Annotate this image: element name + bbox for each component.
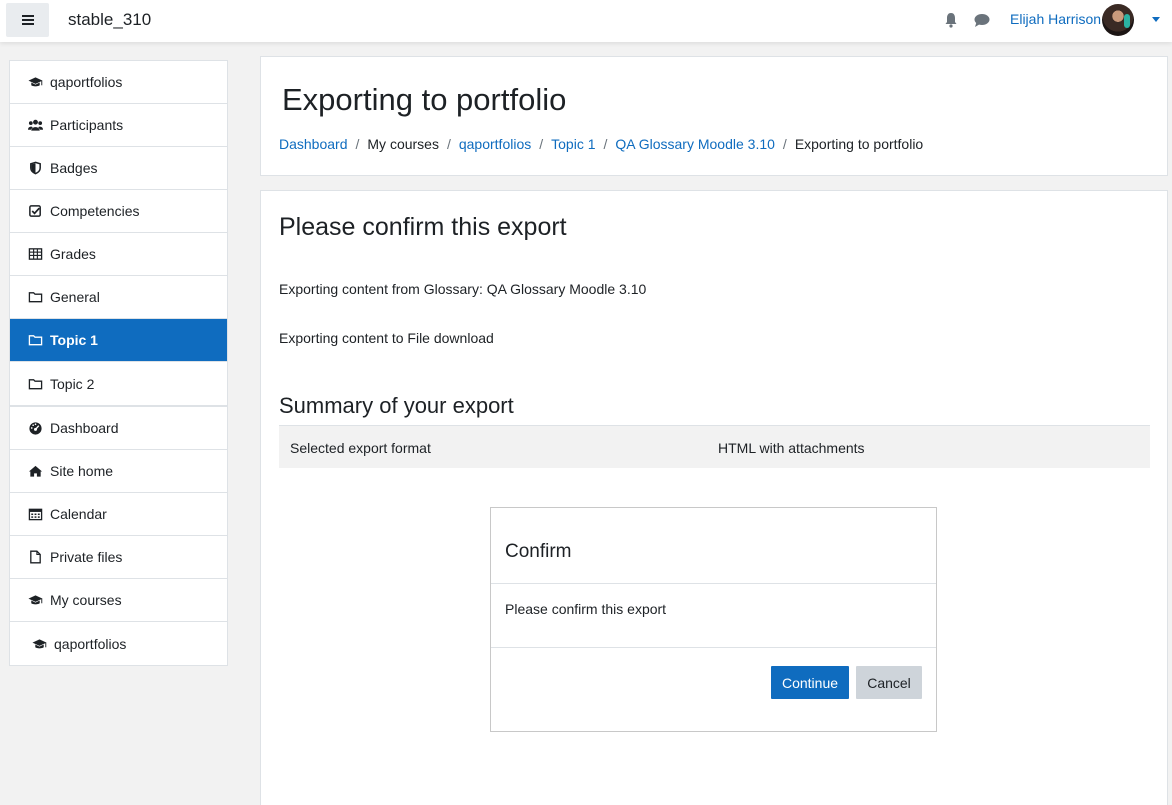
sidebar-item-label: Grades <box>50 246 96 262</box>
sidebar-item-my-courses[interactable]: My courses <box>10 579 227 622</box>
home-icon <box>28 465 43 477</box>
breadcrumb-separator: / <box>446 136 451 152</box>
graduation-cap-icon <box>28 77 43 87</box>
nav-drawer: qaportfolios Participants Badges Compete… <box>0 42 246 805</box>
breadcrumb-current: Exporting to portfolio <box>794 136 924 152</box>
site-nav: Dashboard Site home Calendar Private fil… <box>9 406 228 666</box>
calendar-icon <box>28 508 43 521</box>
continue-button[interactable]: Continue <box>771 666 849 699</box>
sidebar-item-label: General <box>50 289 100 305</box>
sidebar-item-dashboard[interactable]: Dashboard <box>10 407 227 450</box>
graduation-cap-icon <box>28 595 43 605</box>
sidebar-item-calendar[interactable]: Calendar <box>10 493 227 536</box>
avatar[interactable] <box>1102 4 1134 36</box>
top-navbar: stable_310 Elijah Harrison <box>0 0 1172 42</box>
caret-down-icon[interactable] <box>1152 17 1160 22</box>
sidebar-item-label: Competencies <box>50 203 140 219</box>
breadcrumb-my-courses: My courses <box>367 136 439 152</box>
export-from-text: Exporting content from Glossary: QA Glos… <box>279 281 647 297</box>
hamburger-icon <box>21 15 34 25</box>
sidebar-item-label: Site home <box>50 463 114 479</box>
sidebar-item-general[interactable]: General <box>10 276 227 319</box>
course-nav: qaportfolios Participants Badges Compete… <box>9 60 228 406</box>
sidebar-item-private-files[interactable]: Private files <box>10 536 227 579</box>
sidebar-item-topic-2[interactable]: Topic 2 <box>10 362 227 405</box>
sidebar-item-participants[interactable]: Participants <box>10 104 227 147</box>
folder-icon <box>28 378 43 389</box>
main-content: Please confirm this export Exporting con… <box>260 190 1168 805</box>
sidebar-item-qaportfolios[interactable]: qaportfolios <box>10 61 227 104</box>
confirm-dialog: Confirm Please confirm this export Conti… <box>490 507 937 732</box>
summary-label: Selected export format <box>290 440 431 456</box>
bell-icon[interactable] <box>944 12 958 28</box>
page-header: Exporting to portfolio Dashboard / My co… <box>260 56 1168 176</box>
sidebar-item-label: My courses <box>50 592 122 608</box>
sidebar-item-label: Dashboard <box>50 420 119 436</box>
breadcrumb-topic-1[interactable]: Topic 1 <box>551 136 595 152</box>
check-square-icon <box>29 205 41 217</box>
dashboard-icon <box>29 422 42 435</box>
sidebar-item-qaportfolios-course[interactable]: qaportfolios <box>10 622 227 665</box>
sidebar-item-badges[interactable]: Badges <box>10 147 227 190</box>
sidebar-item-label: Topic 1 <box>50 332 98 348</box>
sidebar-item-competencies[interactable]: Competencies <box>10 190 227 233</box>
drawer-toggle-button[interactable] <box>6 3 49 37</box>
cancel-button[interactable]: Cancel <box>856 666 922 699</box>
breadcrumb-glossary[interactable]: QA Glossary Moodle 3.10 <box>615 136 775 152</box>
sidebar-item-label: qaportfolios <box>50 74 123 90</box>
file-icon <box>30 550 41 564</box>
sidebar-item-label: qaportfolios <box>54 635 127 652</box>
summary-heading: Summary of your export <box>279 393 514 418</box>
breadcrumb-separator: / <box>603 136 608 152</box>
sidebar-item-label: Private files <box>50 549 123 565</box>
users-icon <box>28 119 43 131</box>
summary-value: HTML with attachments <box>718 440 865 456</box>
page-title: Exporting to portfolio <box>282 82 567 117</box>
sidebar-item-grades[interactable]: Grades <box>10 233 227 276</box>
sidebar-item-label: Topic 2 <box>50 375 95 392</box>
sidebar-item-label: Participants <box>50 117 124 133</box>
folder-icon <box>28 335 43 346</box>
confirm-dialog-body: Please confirm this export <box>491 584 936 648</box>
chat-icon[interactable] <box>974 13 990 28</box>
breadcrumb: Dashboard / My courses / qaportfolios / … <box>279 136 923 152</box>
confirm-heading: Please confirm this export <box>279 213 567 241</box>
confirm-dialog-header: Confirm <box>491 508 936 584</box>
summary-table-row: Selected export format HTML with attachm… <box>279 425 1150 468</box>
table-icon <box>28 248 43 260</box>
sidebar-item-label: Calendar <box>50 506 107 522</box>
breadcrumb-separator: / <box>782 136 787 152</box>
confirm-dialog-title: Confirm <box>505 541 572 562</box>
breadcrumb-separator: / <box>539 136 544 152</box>
user-name-link[interactable]: Elijah Harrison <box>1010 11 1101 27</box>
confirm-dialog-message: Please confirm this export <box>505 601 667 617</box>
sidebar-item-site-home[interactable]: Site home <box>10 450 227 493</box>
breadcrumb-dashboard[interactable]: Dashboard <box>279 136 348 152</box>
folder-icon <box>28 292 43 303</box>
export-to-text: Exporting content to File download <box>279 330 494 346</box>
breadcrumb-qaportfolios[interactable]: qaportfolios <box>459 136 531 152</box>
graduation-cap-icon <box>32 638 47 648</box>
shield-icon <box>30 161 41 175</box>
breadcrumb-separator: / <box>355 136 360 152</box>
site-name[interactable]: stable_310 <box>68 10 151 30</box>
sidebar-item-topic-1[interactable]: Topic 1 <box>10 319 227 362</box>
sidebar-item-label: Badges <box>50 160 98 176</box>
